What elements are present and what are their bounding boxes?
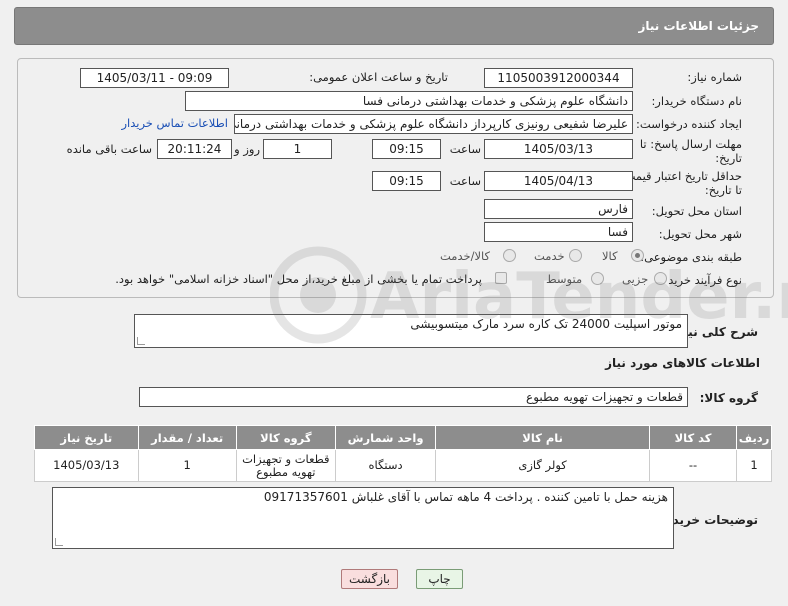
price-valid-date-field: 1405/04/13 [484,171,633,191]
cell-qty: 1 [137,449,237,482]
back-button[interactable]: بازگشت [341,569,398,589]
page-title-bar: جزئیات اطلاعات نیاز [14,7,774,45]
province-field: فارس [484,199,633,219]
col-group: گروه کالا [235,425,336,450]
process-option-minor: جزیی [622,272,649,286]
days-field: 1 [263,139,332,159]
deadline-date-field: 1405/03/13 [484,139,633,159]
cell-name: کولر گازی [435,449,650,482]
remaining-label: ساعت باقی مانده [66,142,152,156]
category-radio-goods[interactable] [631,249,644,262]
city-label: شهر محل تحویل: [658,227,742,241]
resize-grip-icon[interactable] [137,337,145,345]
price-valid-label-line2: تا تاریخ: [704,183,742,197]
price-valid-label-line1: حداقل تاریخ اعتبار قیمت: [620,169,742,183]
buyer-org-label: نام دستگاه خریدار: [651,94,742,108]
goods-group-label: گروه کالا: [699,391,758,405]
resize-grip-icon[interactable] [55,538,63,546]
col-name: نام کالا [435,425,650,450]
buyer-notes-text: هزینه حمل با تامین کننده . پرداخت 4 ماهه… [263,490,668,504]
buyer-contact-link[interactable]: اطلاعات تماس خریدار [121,116,228,130]
col-row: ردیف [736,425,772,450]
announce-field: 1405/03/11 - 09:09 [80,68,229,88]
treasury-checkbox[interactable] [495,272,507,284]
category-option-service: خدمت [534,249,565,263]
cell-date: 1405/03/13 [34,449,139,482]
col-qty: تعداد / مقدار [137,425,237,450]
price-valid-time-label: ساعت [449,174,481,188]
deadline-time-field: 09:15 [372,139,441,159]
category-label: طبقه بندی موضوعی: [640,250,742,264]
deadline-label-line1: مهلت ارسال پاسخ: تا [639,137,742,151]
requester-field: علیرضا شفیعی رونیزی کارپرداز دانشگاه علو… [234,114,633,134]
print-button[interactable]: چاپ [416,569,463,589]
buyer-notes-textarea[interactable]: هزینه حمل با تامین کننده . پرداخت 4 ماهه… [52,487,674,549]
goods-section-title: اطلاعات کالاهای مورد نیاز [605,356,760,370]
process-option-medium: متوسط [546,272,583,286]
process-label: نوع فرآیند خرید : [660,273,742,287]
process-radio-medium[interactable] [591,272,604,285]
deadline-label-line2: تاریخ: [715,151,742,165]
announce-label: تاریخ و ساعت اعلان عمومی: [309,70,448,84]
price-valid-time-field: 09:15 [372,171,441,191]
province-label: استان محل تحویل: [651,204,742,218]
table-row: 1 -- کولر گازی دستگاه قطعات و تجهیزات ته… [34,449,772,482]
requester-label: ایجاد کننده درخواست: [636,117,742,131]
category-radio-service[interactable] [569,249,582,262]
need-number-label: شماره نیاز: [687,70,742,84]
payment-note: پرداخت تمام یا بخشی از مبلغ خرید،از محل … [115,272,482,286]
days-label: روز و [234,142,260,156]
goods-table: ردیف کد کالا نام کالا واحد شمارش گروه کا… [34,425,772,482]
category-option-goods: کالا [602,249,618,263]
page-title: جزئیات اطلاعات نیاز [638,19,759,33]
need-number-field: 1105003912000344 [484,68,633,88]
process-radio-minor[interactable] [654,272,667,285]
city-field: فسا [484,222,633,242]
cell-unit: دستگاه [334,449,437,482]
summary-text: موتور اسپلیت 24000 تک کاره سرد مارک میتس… [410,317,682,331]
buyer-org-field: دانشگاه علوم پزشکی و خدمات بهداشتی درمان… [185,91,633,111]
cell-group: قطعات و تجهیزات تهویه مطبوع [235,449,336,482]
summary-textarea[interactable]: موتور اسپلیت 24000 تک کاره سرد مارک میتس… [134,314,688,348]
category-radio-both[interactable] [503,249,516,262]
col-unit: واحد شمارش [334,425,437,450]
deadline-time-label: ساعت [449,142,481,156]
goods-group-field: قطعات و تجهیزات تهویه مطبوع [139,387,688,407]
category-option-both: کالا/خدمت [440,249,491,263]
col-code: کد کالا [648,425,738,450]
col-date: تاریخ نیاز [34,425,139,450]
remaining-time-field: 20:11:24 [157,139,232,159]
cell-code: -- [648,449,738,482]
cell-row: 1 [736,449,772,482]
goods-table-header: ردیف کد کالا نام کالا واحد شمارش گروه کا… [34,425,772,450]
